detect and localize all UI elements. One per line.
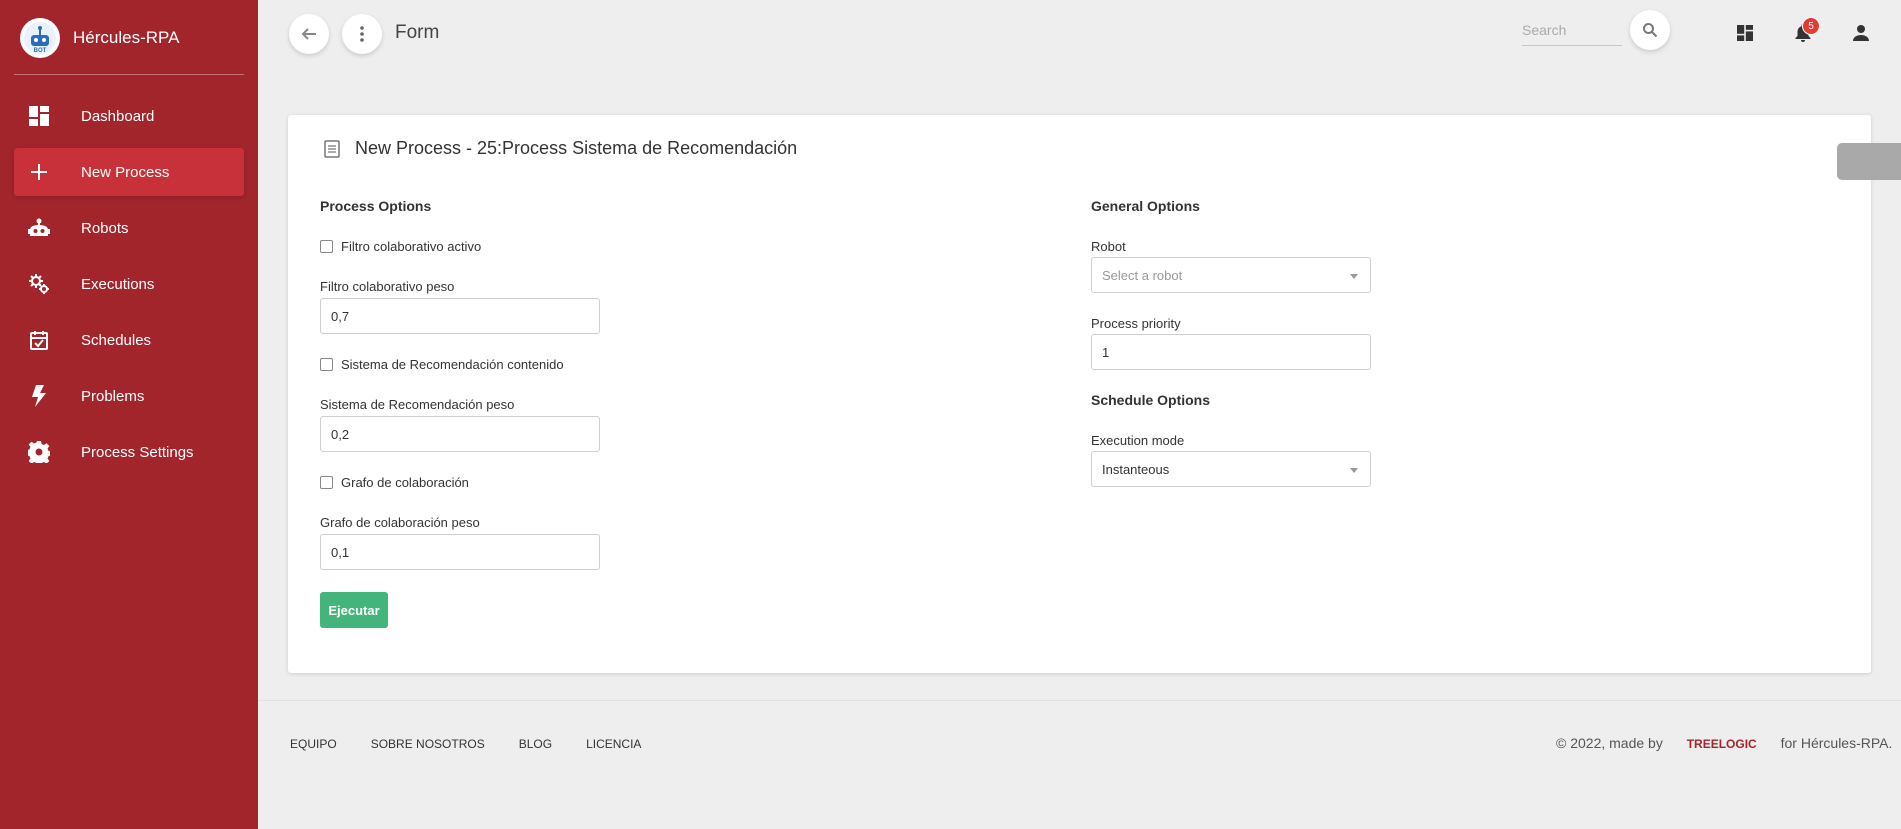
field-label: Robot: [1091, 239, 1126, 254]
robot-icon: [27, 216, 51, 240]
sidebar-item-label: Robots: [81, 219, 129, 237]
side-drawer-tab[interactable]: [1837, 143, 1901, 180]
grafo-colaboracion-checkbox[interactable]: [320, 476, 333, 489]
field-label: Filtro colaborativo peso: [320, 279, 455, 294]
sidebar-item-label: Executions: [81, 275, 155, 293]
lightning-icon: [27, 384, 51, 408]
checkbox-label: Sistema de Recomendación contenido: [341, 357, 564, 372]
page-title: Form: [395, 22, 440, 43]
field-label: Grafo de colaboración peso: [320, 515, 480, 530]
ejecutar-button[interactable]: Ejecutar: [320, 592, 388, 628]
sidebar-divider: [14, 74, 244, 75]
treelogic-link[interactable]: TREELOGIC: [1687, 737, 1757, 751]
dashboard-icon: [27, 104, 51, 128]
sistema-recomendacion-peso-input[interactable]: [320, 416, 600, 452]
plus-icon: [27, 160, 51, 184]
field-label: Execution mode: [1091, 433, 1185, 448]
back-button[interactable]: [289, 14, 329, 54]
footer-link-blog[interactable]: BLOG: [519, 737, 552, 751]
sidebar-item-problems[interactable]: Problems: [14, 372, 244, 420]
more-vertical-icon: [360, 26, 364, 42]
user-menu-button[interactable]: [1847, 19, 1875, 47]
search-field: [1522, 16, 1622, 46]
sidebar-item-label: Schedules: [81, 331, 152, 349]
sidebar-item-label: Process Settings: [81, 443, 194, 461]
footer-link-sobre-nosotros[interactable]: SOBRE NOSOTROS: [371, 737, 485, 751]
gears-icon: [27, 272, 51, 296]
field-label: Sistema de Recomendación peso: [320, 397, 515, 412]
document-icon: [324, 139, 340, 158]
search-input[interactable]: [1522, 16, 1622, 44]
robot-logo-icon: BOT: [20, 18, 60, 58]
footer-link-licencia[interactable]: LICENCIA: [586, 737, 641, 751]
execution-mode-value: Instanteous: [1102, 461, 1170, 477]
arrow-left-icon: [301, 28, 316, 40]
checkbox-label: Grafo de colaboración: [341, 475, 469, 490]
filtro-colaborativo-activo-option[interactable]: Filtro colaborativo activo: [320, 239, 481, 254]
svg-text:BOT: BOT: [34, 48, 47, 54]
dashboard-icon: [1737, 25, 1753, 41]
notification-count-badge: 5: [1802, 17, 1820, 35]
caret-down-icon: [1350, 468, 1358, 473]
filtro-colaborativo-peso-input[interactable]: [320, 298, 600, 334]
settings-icon: [27, 440, 51, 464]
process-options-title: Process Options: [320, 198, 432, 214]
checkbox-label: Filtro colaborativo activo: [341, 239, 482, 254]
copyright-suffix: for Hércules-RPA.: [1780, 735, 1893, 751]
footer-divider: [258, 700, 1901, 701]
calendar-check-icon: [27, 328, 51, 352]
dashboard-view-button[interactable]: [1731, 19, 1759, 47]
sidebar: BOT Hércules-RPA Dashboard New Process R…: [0, 0, 258, 829]
sistema-recomendacion-contenido-checkbox[interactable]: [320, 358, 333, 371]
sidebar-item-process-settings[interactable]: Process Settings: [14, 428, 244, 476]
sidebar-item-new-process[interactable]: New Process: [14, 148, 244, 196]
caret-down-icon: [1350, 274, 1358, 279]
sidebar-item-label: Problems: [81, 387, 145, 405]
sidebar-item-schedules[interactable]: Schedules: [14, 316, 244, 364]
sidebar-item-dashboard[interactable]: Dashboard: [14, 92, 244, 140]
card-title: New Process - 25:Process Sistema de Reco…: [355, 138, 798, 158]
schedule-options-title: Schedule Options: [1091, 392, 1211, 408]
footer-link-equipo[interactable]: EQUIPO: [290, 737, 337, 751]
person-icon: [1853, 25, 1869, 41]
copyright-prefix: © 2022, made by: [1556, 735, 1663, 751]
sidebar-item-executions[interactable]: Executions: [14, 260, 244, 308]
footer-nav: EQUIPO SOBRE NOSOTROS BLOG LICENCIA: [290, 737, 675, 751]
search-button[interactable]: [1630, 10, 1670, 50]
sidebar-nav: Dashboard New Process Robots Executions …: [14, 92, 244, 484]
grafo-colaboracion-peso-input[interactable]: [320, 534, 600, 570]
app-name: Hércules-RPA: [73, 28, 180, 47]
grafo-colaboracion-option[interactable]: Grafo de colaboración: [320, 475, 469, 490]
sidebar-item-label: Dashboard: [81, 107, 155, 125]
execution-mode-select[interactable]: Instanteous: [1091, 451, 1371, 487]
filtro-colaborativo-activo-checkbox[interactable]: [320, 240, 333, 253]
process-priority-input[interactable]: [1091, 334, 1371, 370]
card-header: New Process - 25:Process Sistema de Reco…: [324, 138, 797, 159]
robot-select[interactable]: Select a robot: [1091, 257, 1371, 293]
field-label: Process priority: [1091, 316, 1181, 331]
more-options-button[interactable]: [342, 14, 382, 54]
brand[interactable]: BOT Hércules-RPA: [20, 18, 179, 58]
general-options-title: General Options: [1091, 198, 1200, 214]
sidebar-item-label: New Process: [81, 163, 170, 181]
sistema-recomendacion-contenido-option[interactable]: Sistema de Recomendación contenido: [320, 357, 564, 372]
footer-copyright: © 2022, made by TREELOGIC for Hércules-R…: [1556, 735, 1892, 751]
sidebar-item-robots[interactable]: Robots: [14, 204, 244, 252]
search-icon: [1643, 23, 1658, 38]
process-form-card: New Process - 25:Process Sistema de Reco…: [288, 115, 1871, 673]
robot-select-placeholder: Select a robot: [1102, 267, 1183, 283]
